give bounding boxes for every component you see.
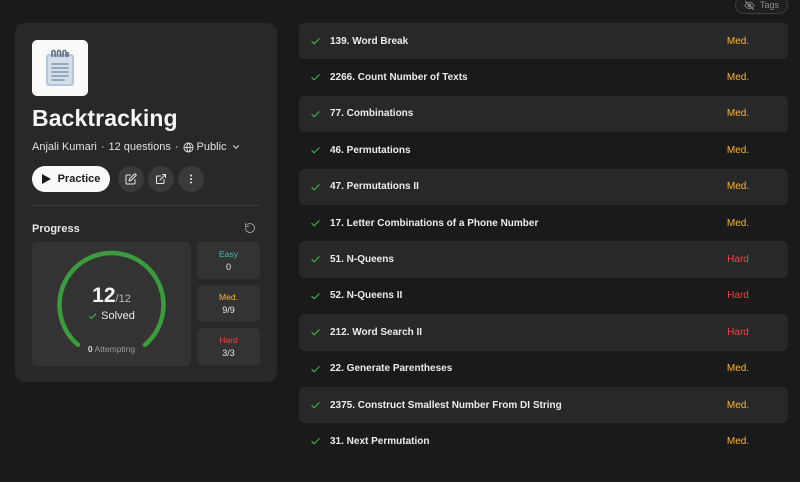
question-title[interactable]: 47. Permutations II [330, 181, 419, 192]
medium-stat: Med. 9/9 [197, 285, 260, 322]
question-title[interactable]: 31. Next Permutation [330, 436, 429, 447]
visibility-label: Public [196, 141, 227, 153]
difficulty-label: Hard [727, 254, 749, 266]
question-list: 139. Word Break Med. 2266. Count Number of… [299, 23, 788, 460]
solved-number: 12 [92, 284, 116, 307]
difficulty-label: Med. [726, 435, 750, 447]
play-icon [41, 174, 51, 184]
hard-stat: Hard 3/3 [197, 328, 260, 365]
difficulty-label: Med. [726, 35, 750, 47]
check-icon [89, 313, 97, 319]
check-icon [311, 38, 320, 45]
edit-button[interactable] [118, 166, 144, 192]
list-cover [32, 40, 88, 96]
more-options-button[interactable] [178, 166, 204, 192]
easy-label: Easy [219, 249, 238, 259]
question-row[interactable]: 51. N-Queens Hard [299, 241, 788, 278]
check-icon [311, 147, 320, 154]
question-title[interactable]: 51. N-Queens [330, 254, 394, 265]
list-title: Backtracking [32, 105, 178, 131]
external-link-icon [156, 174, 166, 184]
tags-toggle-button[interactable]: Tags [735, 0, 788, 14]
difficulty-label: Hard [727, 290, 749, 302]
question-row[interactable]: 212. Word Search II Hard [299, 314, 788, 351]
solved-count: 12/12 [32, 284, 191, 308]
check-icon [311, 438, 320, 445]
meta-separator: · [100, 141, 105, 153]
question-row[interactable]: 139. Word Break Med. [299, 23, 788, 60]
difficulty-label: Med. [726, 217, 750, 229]
total-number: /12 [115, 293, 131, 305]
hard-label: Hard [219, 335, 238, 345]
progress-heading: Progress [32, 223, 80, 235]
difficulty-label: Med. [726, 144, 750, 156]
question-title[interactable]: 46. Permutations [330, 145, 411, 156]
check-icon [311, 183, 320, 190]
question-row[interactable]: 46. Permutations Med. [299, 132, 788, 168]
check-icon [311, 110, 320, 118]
question-title[interactable]: 212. Word Search II [330, 327, 422, 338]
question-title[interactable]: 17. Letter Combinations of a Phone Numbe… [330, 218, 538, 229]
question-title[interactable]: 2266. Count Number of Texts [330, 72, 468, 83]
question-row[interactable]: 22. Generate Parentheses Med. [299, 351, 788, 387]
difficulty-label: Hard [727, 326, 749, 338]
notepad-icon [46, 49, 74, 86]
practice-label: Practice [57, 173, 101, 185]
solved-label-row: Solved [32, 310, 191, 322]
question-count: 12 questions [108, 141, 171, 153]
list-info-card: Backtracking Anjali Kumari · 12 question… [15, 23, 277, 382]
attempting-count: 0 [87, 344, 93, 354]
difficulty-label: Med. [726, 72, 750, 84]
check-icon [311, 329, 320, 336]
difficulty-label: Med. [726, 181, 750, 193]
question-title[interactable]: 22. Generate Parentheses [330, 363, 452, 374]
progress-gauge: 12/12 Solved 0 Attempting [32, 242, 191, 366]
reset-progress-icon[interactable] [244, 222, 256, 234]
easy-value: 0 [225, 262, 231, 272]
question-row[interactable]: 2266. Count Number of Texts Med. [299, 59, 788, 95]
author-name[interactable]: Anjali Kumari [32, 141, 97, 153]
attempting-row: 0 Attempting [32, 344, 191, 354]
medium-value: 9/9 [222, 305, 235, 315]
question-row[interactable]: 47. Permutations II Med. [299, 168, 788, 205]
easy-stat: Easy 0 [197, 242, 260, 279]
question-title[interactable]: 77. Combinations [330, 108, 413, 119]
divider [32, 205, 260, 206]
more-vertical-icon [190, 174, 192, 184]
check-icon [311, 74, 320, 81]
meta-separator: · [174, 141, 179, 153]
globe-icon [183, 141, 194, 153]
check-icon [311, 292, 320, 300]
attempting-label: Attempting [94, 344, 136, 354]
medium-label: Med. [219, 292, 238, 302]
list-meta: Anjali Kumari · 12 questions · Public [32, 141, 241, 153]
hard-value: 3/3 [222, 348, 235, 358]
question-title[interactable]: 139. Word Break [330, 36, 408, 47]
question-title[interactable]: 2375. Construct Smallest Number From DI … [330, 400, 562, 411]
eye-off-icon [744, 0, 755, 10]
question-row[interactable]: 52. N-Queens II Hard [299, 278, 788, 314]
check-icon [311, 220, 320, 227]
visibility-dropdown[interactable]: Public [183, 141, 241, 153]
check-icon [311, 402, 320, 409]
question-row[interactable]: 2375. Construct Smallest Number From DI … [299, 386, 788, 424]
solved-label: Solved [101, 310, 135, 322]
question-row[interactable]: 77. Combinations Med. [299, 95, 788, 133]
check-icon [311, 256, 320, 263]
question-row[interactable]: 31. Next Permutation Med. [299, 423, 788, 459]
difficulty-label: Med. [726, 363, 750, 375]
difficulty-label: Med. [726, 108, 750, 120]
practice-button[interactable]: Practice [32, 166, 110, 192]
question-title[interactable]: 52. N-Queens II [330, 290, 402, 301]
difficulty-label: Med. [726, 399, 750, 411]
edit-icon [125, 173, 137, 185]
share-button[interactable] [148, 166, 174, 192]
question-row[interactable]: 17. Letter Combinations of a Phone Numbe… [299, 205, 788, 241]
tags-label: Tags [759, 0, 779, 10]
check-icon [311, 365, 320, 372]
chevron-down-icon [232, 145, 239, 149]
